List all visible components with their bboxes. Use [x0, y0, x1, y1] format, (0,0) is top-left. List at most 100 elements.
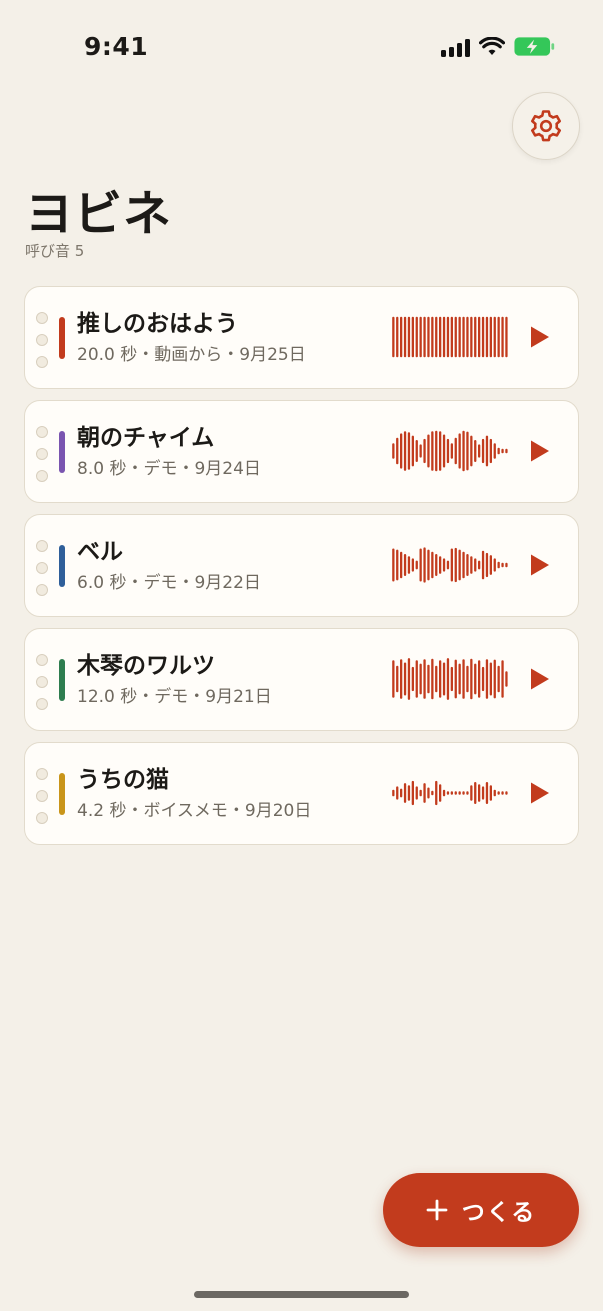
waveform-bar [431, 316, 434, 358]
waveform-bar [474, 558, 477, 572]
drag-handle-dot [36, 356, 48, 368]
waveform-bar [407, 785, 411, 801]
play-button[interactable] [525, 550, 555, 580]
sound-card[interactable]: 木琴のワルツ 12.0 秒・デモ・9月21日 [24, 628, 579, 731]
waveform-bar [462, 551, 465, 579]
waveform-bar [481, 786, 485, 800]
waveform-bar [423, 438, 426, 464]
play-button[interactable] [525, 664, 555, 694]
drag-handle-dot [36, 812, 48, 824]
drag-handle-dot [36, 426, 48, 438]
waveform-bar [489, 785, 492, 801]
cellular-signal-icon [441, 37, 470, 57]
status-time: 9:41 [84, 32, 149, 61]
waveform-bar [493, 316, 496, 358]
waveform-bar [415, 316, 418, 358]
waveform-bar [403, 554, 407, 576]
drag-handle-dot [36, 790, 48, 802]
waveform-bar [462, 430, 465, 472]
waveform [392, 780, 508, 806]
waveform-bar [505, 316, 508, 358]
waveform-bar [497, 316, 500, 358]
waveform-bar [415, 660, 418, 698]
waveform-bar [419, 663, 422, 695]
waveform-bar [396, 316, 399, 358]
home-indicator[interactable] [194, 1291, 409, 1298]
waveform-bar [485, 659, 489, 699]
waveform-bar [501, 562, 504, 568]
battery-charging-icon [514, 37, 555, 56]
waveform-bar [466, 554, 469, 576]
waveform-bar [423, 547, 426, 583]
waveform-bar [501, 660, 504, 698]
waveform-bar [454, 791, 457, 795]
sound-meta: 4.2 秒・ボイスメモ・9月20日 [77, 801, 312, 821]
sound-card[interactable]: 推しのおはよう 20.0 秒・動画から・9月25日 [24, 286, 579, 389]
drag-handle-dot [36, 470, 48, 482]
waveform-bar [435, 316, 438, 358]
waveform-bar [470, 316, 473, 358]
plus-icon [426, 1199, 448, 1221]
waveform-bar [439, 660, 442, 698]
waveform-bar [454, 316, 457, 358]
waveform-bar [497, 561, 500, 569]
drag-handle[interactable] [36, 768, 48, 834]
drag-handle[interactable] [36, 654, 48, 720]
waveform-bar [450, 548, 453, 582]
waveform-bar [400, 659, 403, 699]
waveform-bar [442, 316, 446, 358]
waveform-bar [392, 548, 395, 582]
waveform-bar [396, 665, 399, 693]
sound-name: ベル [77, 539, 123, 565]
sound-meta: 20.0 秒・動画から・9月25日 [77, 345, 306, 365]
waveform-bar [462, 316, 465, 358]
waveform-bar [470, 556, 473, 574]
sound-card[interactable]: 朝のチャイム 8.0 秒・デモ・9月24日 [24, 400, 579, 503]
sound-name: 推しのおはよう [77, 311, 238, 337]
waveform-bar [427, 316, 430, 358]
waveform-bar [454, 437, 457, 465]
play-icon [531, 440, 549, 462]
waveform-bar [478, 660, 481, 698]
waveform-bar [439, 316, 442, 358]
waveform-bar [501, 791, 504, 795]
waveform-bar [458, 791, 461, 795]
waveform-bar [485, 316, 489, 358]
drag-handle-dot [36, 312, 48, 324]
play-icon [531, 554, 549, 576]
waveform-bar [403, 662, 407, 696]
waveform-bar [458, 316, 461, 358]
play-button[interactable] [525, 436, 555, 466]
waveform-bar [415, 786, 418, 800]
waveform-bar [470, 435, 473, 467]
play-button[interactable] [525, 778, 555, 808]
waveform-bar [474, 782, 477, 804]
play-icon [531, 668, 549, 690]
color-tag [59, 659, 65, 701]
waveform-bar [427, 434, 430, 468]
waveform-bar [407, 316, 411, 358]
drag-handle-dot [36, 584, 48, 596]
waveform-bar [489, 662, 492, 696]
create-button[interactable]: つくる [383, 1173, 579, 1247]
play-button[interactable] [525, 322, 555, 352]
waveform [392, 547, 508, 583]
play-icon [531, 782, 549, 804]
waveform-bar [489, 316, 492, 358]
waveform-bar [423, 783, 426, 803]
drag-handle[interactable] [36, 540, 48, 606]
waveform-bar [411, 666, 414, 692]
color-tag [59, 545, 65, 587]
waveform-bar [439, 556, 442, 574]
waveform-bar [466, 665, 469, 693]
sound-card[interactable]: ベル 6.0 秒・デモ・9月22日 [24, 514, 579, 617]
settings-button[interactable] [512, 92, 580, 160]
wifi-icon [479, 36, 505, 55]
waveform-bar [446, 316, 450, 358]
waveform-bar [493, 558, 496, 572]
sound-meta: 12.0 秒・デモ・9月21日 [77, 687, 272, 707]
drag-handle[interactable] [36, 312, 48, 378]
waveform-bar [478, 316, 481, 358]
drag-handle[interactable] [36, 426, 48, 492]
sound-card[interactable]: うちの猫 4.2 秒・ボイスメモ・9月20日 [24, 742, 579, 845]
